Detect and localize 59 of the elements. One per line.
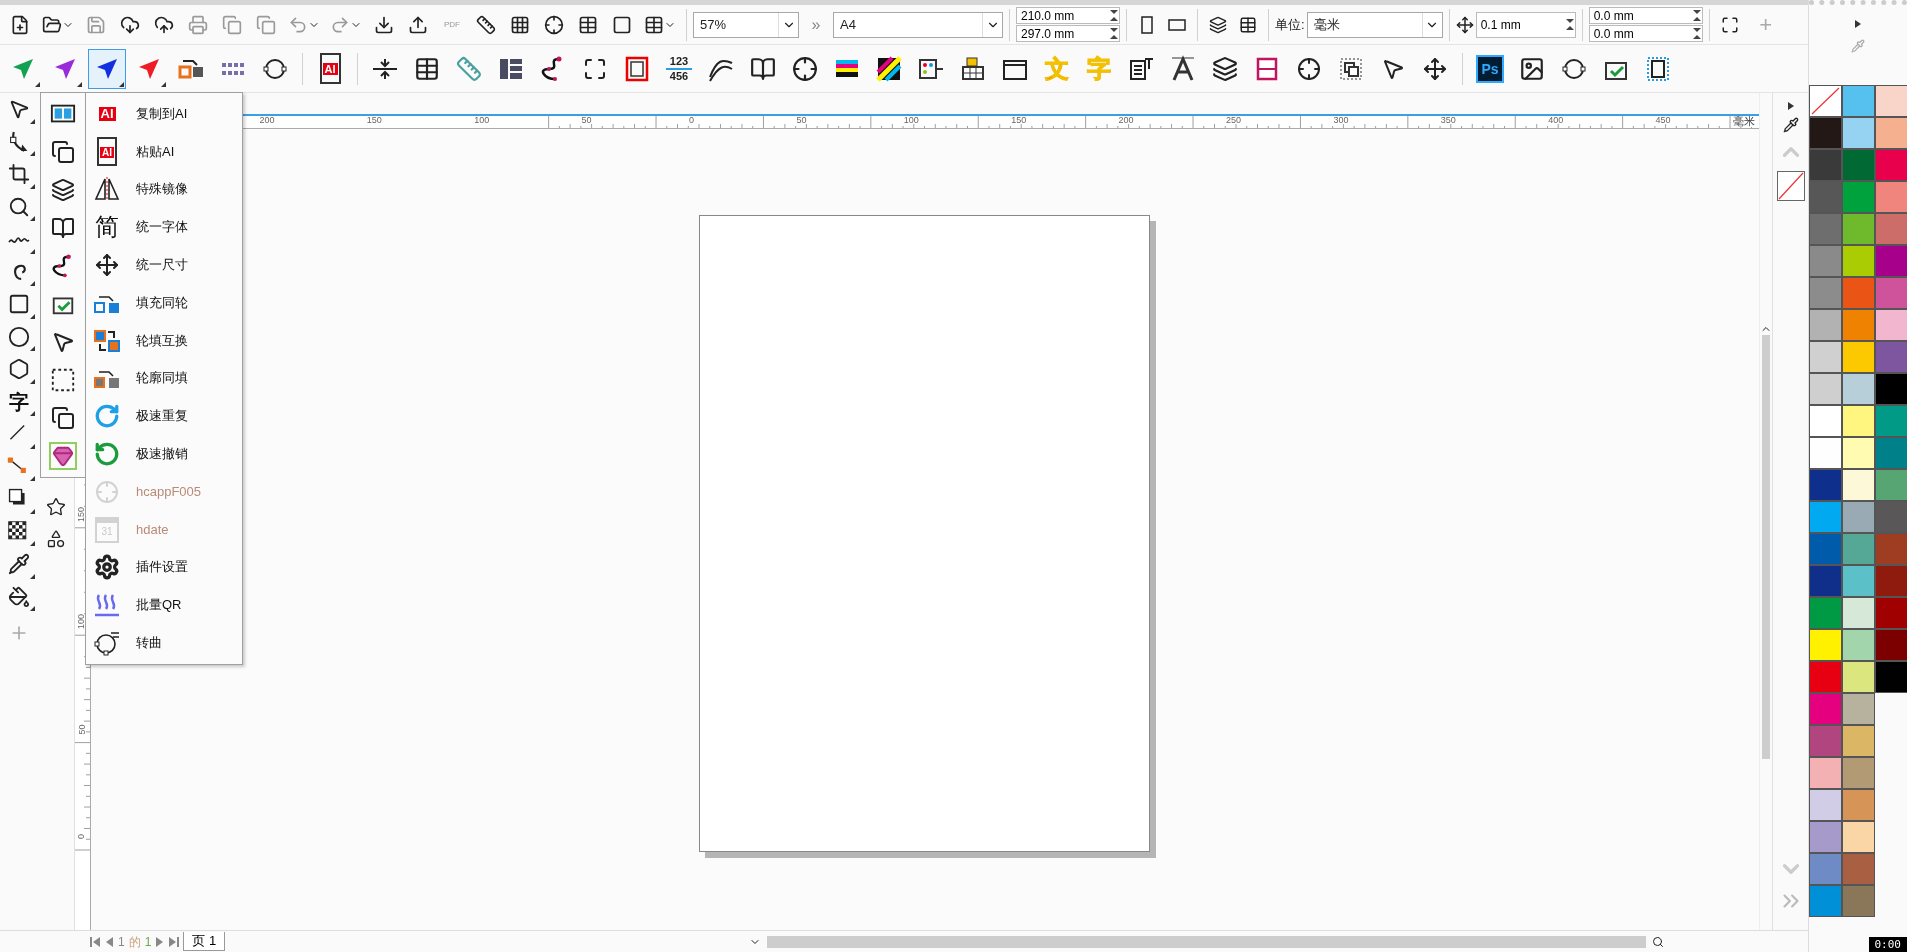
ruler-unit: 毫米 — [1733, 116, 1755, 127]
duplicate-x-field[interactable]: 0.0 mm — [1588, 7, 1703, 24]
ai-document-icon: AI — [97, 137, 117, 167]
height-field[interactable]: 297.0 mm — [1016, 25, 1120, 42]
ruler-label: 250 — [1226, 116, 1242, 125]
ruler-label: 50 — [581, 116, 592, 125]
ruler-label: 350 — [1440, 116, 1456, 125]
ps-logo-icon: Ps — [1476, 54, 1504, 83]
ruler-label: 100 — [77, 614, 87, 630]
units-select[interactable]: 毫米 — [1306, 11, 1443, 38]
page-tab[interactable]: 页 1 — [183, 932, 226, 951]
menu-item[interactable]: 简 统一字体 — [86, 208, 242, 247]
page-count: 1 — [144, 935, 152, 948]
ruler-label: 0 — [689, 116, 694, 125]
ruler-label: 0 — [77, 834, 87, 839]
document-icon: AI — [319, 53, 341, 84]
plugin-button[interactable]: AI — [311, 48, 349, 89]
menu-item[interactable]: 轮填互换 — [86, 321, 242, 360]
plugin-button[interactable]: Ps — [1471, 48, 1509, 89]
ruler-label: 100 — [474, 116, 490, 125]
ruler-label: 150 — [77, 506, 87, 522]
nudge-field[interactable]: 0.1 mm — [1475, 11, 1576, 38]
ruler-label: 200 — [1118, 116, 1134, 125]
ruler-label: 450 — [1655, 116, 1671, 125]
page-of-label: 的 — [128, 935, 141, 948]
ruler-label: 150 — [1011, 116, 1027, 125]
ruler-label: 300 — [1333, 116, 1349, 125]
menu-item[interactable]: 轮廓同填 — [86, 359, 242, 398]
menu-item[interactable]: AI 粘贴AI — [86, 132, 242, 171]
character-icon: 字 — [1087, 56, 1111, 81]
menu-item[interactable]: AI 复制到AI — [86, 95, 242, 133]
overflow-button[interactable]: » — [801, 7, 831, 42]
video-timer: 0:00 — [1868, 937, 1907, 952]
tool-button[interactable]: 字 — [0, 385, 37, 418]
ruler-label: 50 — [796, 116, 807, 125]
menu-item[interactable]: 统一尺寸 — [86, 246, 242, 284]
menu-item[interactable]: 极速重复 — [86, 397, 242, 436]
zoom-select[interactable]: 57% — [693, 11, 799, 38]
menu-item[interactable]: 插件设置 — [86, 548, 242, 587]
menu-item[interactable]: 特殊镜像 — [86, 170, 242, 209]
ruler-label: 200 — [259, 116, 275, 125]
menu-item[interactable]: 极速撤销 — [86, 435, 242, 473]
duplicate-y-field[interactable]: 0.0 mm — [1588, 25, 1703, 42]
ruler-label: 150 — [366, 116, 382, 125]
text-tool-icon: 字 — [8, 391, 29, 412]
ruler-label: 50 — [77, 724, 87, 735]
plugin-button[interactable]: 123 456 — [660, 48, 698, 89]
width-field[interactable]: 210.0 mm — [1016, 7, 1120, 24]
menu-item[interactable]: 转曲 — [86, 624, 242, 662]
page-number: 1 — [118, 935, 125, 948]
menu-item[interactable]: 填充同轮 — [86, 284, 242, 322]
page-size-select[interactable]: A4 — [833, 11, 1003, 38]
character-icon: 文 — [1045, 56, 1069, 81]
ruler-label: 100 — [903, 116, 919, 125]
units-label: 单位: — [1275, 15, 1305, 34]
ruler-label: 400 — [1548, 116, 1564, 125]
character-icon: 简 — [95, 215, 119, 240]
menu-item[interactable]: 批量QR — [86, 586, 242, 625]
export-ai-icon: AI — [98, 106, 116, 122]
